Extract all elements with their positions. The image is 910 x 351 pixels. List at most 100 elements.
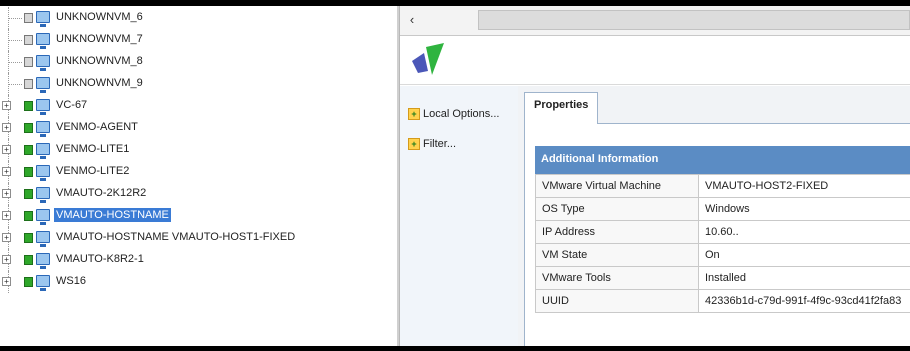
scroll-thumb[interactable] — [478, 10, 910, 30]
tree-item-label[interactable]: VMAUTO-HOSTNAME VMAUTO-HOST1-FIXED — [54, 230, 297, 244]
property-value: VMAUTO-HOST2-FIXED — [698, 174, 910, 198]
property-value: On — [698, 243, 910, 267]
tree-branch-line — [9, 84, 22, 85]
vm-state-icon — [24, 167, 33, 177]
virtual-machine-icon — [36, 231, 50, 247]
virtual-machine-icon — [36, 209, 50, 225]
virtual-machine-icon — [36, 253, 50, 269]
table-row: OS Type Windows — [535, 197, 910, 221]
property-key: VM State — [535, 243, 699, 267]
virtual-machine-icon — [36, 143, 50, 159]
expand-toggle[interactable]: + — [2, 255, 11, 264]
virtual-machine-icon — [36, 121, 50, 137]
tree-item-label[interactable]: VC-67 — [54, 98, 89, 112]
vm-state-icon — [24, 189, 33, 199]
vm-state-icon — [24, 233, 33, 243]
expand-toggle[interactable]: + — [2, 123, 11, 132]
expand-toggle[interactable]: + — [2, 211, 11, 220]
tree-item-label[interactable]: VENMO-LITE2 — [54, 164, 131, 178]
property-value: 42336b1d-c79d-991f-4f9c-93cd41f2fa83 — [698, 289, 910, 313]
tree-item-label[interactable]: WS16 — [54, 274, 88, 288]
action-label: Filter... — [423, 138, 457, 150]
add-action-icon: + — [408, 108, 420, 120]
virtual-machine-icon — [36, 275, 50, 291]
tree-item[interactable]: + VMAUTO-HOSTNAME VMAUTO-HOST1-FIXED — [0, 227, 397, 249]
vm-state-icon — [24, 101, 33, 111]
tree-item[interactable]: UNKNOWNVM_6 — [0, 7, 397, 29]
section-header: Additional Information — [535, 146, 910, 174]
add-action-icon: + — [408, 138, 420, 150]
tab-properties[interactable]: Properties — [524, 92, 598, 125]
virtual-machine-icon — [36, 165, 50, 181]
bottom-border — [0, 346, 910, 351]
property-key: UUID — [535, 289, 699, 313]
property-value: Installed — [698, 266, 910, 290]
vm-state-icon — [24, 255, 33, 265]
tree-item[interactable]: + VENMO-LITE1 — [0, 139, 397, 161]
vm-state-icon — [24, 211, 33, 221]
property-key: IP Address — [535, 220, 699, 244]
virtual-machine-icon — [36, 99, 50, 115]
action-label: Local Options... — [423, 108, 500, 120]
expand-toggle[interactable]: + — [2, 101, 11, 110]
tree-item[interactable]: + VMAUTO-2K12R2 — [0, 183, 397, 205]
expand-toggle[interactable]: + — [2, 189, 11, 198]
tree-item-label[interactable]: VENMO-LITE1 — [54, 142, 131, 156]
virtual-machine-icon — [36, 33, 50, 49]
expand-toggle[interactable]: + — [2, 145, 11, 154]
expand-toggle[interactable]: + — [2, 233, 11, 242]
tree-item[interactable]: + VENMO-LITE2 — [0, 161, 397, 183]
tab-strip: Properties — [524, 86, 910, 125]
tree-branch-line — [9, 40, 22, 41]
details-pane: ‹ + Local Options... + Filter... Propert… — [400, 6, 910, 346]
header-area — [400, 37, 910, 85]
expand-toggle[interactable]: + — [2, 167, 11, 176]
vm-state-icon — [24, 13, 33, 23]
table-row: IP Address 10.60.. — [535, 220, 910, 244]
tree-item-label[interactable]: UNKNOWNVM_6 — [54, 10, 145, 24]
tree-item-label[interactable]: VMAUTO-HOSTNAME — [54, 208, 171, 222]
property-key: VMware Tools — [535, 266, 699, 290]
tree-item-label[interactable]: UNKNOWNVM_9 — [54, 76, 145, 90]
tree-item-label[interactable]: UNKNOWNVM_7 — [54, 32, 145, 46]
tree-item[interactable]: + WS16 — [0, 271, 397, 293]
vm-state-icon — [24, 79, 33, 89]
local-options-link[interactable]: + Local Options... — [408, 104, 499, 124]
vm-state-icon — [24, 123, 33, 133]
tree-item-label[interactable]: VMAUTO-K8R2-1 — [54, 252, 146, 266]
virtual-machine-icon — [36, 187, 50, 203]
vm-tree[interactable]: UNKNOWNVM_6 UNKNOWNVM_7 UNKNOWNVM_8 UNKN… — [0, 6, 397, 346]
expand-toggle[interactable]: + — [2, 277, 11, 286]
scroll-left-arrow-icon[interactable]: ‹ — [404, 12, 420, 28]
tree-item[interactable]: UNKNOWNVM_9 — [0, 73, 397, 95]
tree-item-label[interactable]: UNKNOWNVM_8 — [54, 54, 145, 68]
tree-item[interactable]: + VMAUTO-K8R2-1 — [0, 249, 397, 271]
actions-sidebar: + Local Options... + Filter... — [400, 86, 518, 346]
table-row: VM State On — [535, 243, 910, 267]
virtual-machine-icon — [36, 11, 50, 27]
property-key: OS Type — [535, 197, 699, 221]
filter-link[interactable]: + Filter... — [408, 134, 456, 154]
tree-item[interactable]: UNKNOWNVM_7 — [0, 29, 397, 51]
properties-content: Properties Additional Information VMware… — [518, 86, 910, 346]
vm-state-icon — [24, 35, 33, 45]
tree-branch-line — [9, 18, 22, 19]
virtual-machine-icon — [36, 77, 50, 93]
tree-item-label[interactable]: VENMO-AGENT — [54, 120, 140, 134]
properties-panel: Additional Information VMware Virtual Ma… — [524, 124, 910, 346]
app-logo-icon — [412, 43, 444, 75]
table-row: VMware Tools Installed — [535, 266, 910, 290]
vm-state-icon — [24, 277, 33, 287]
property-value: 10.60.. — [698, 220, 910, 244]
vm-state-icon — [24, 145, 33, 155]
table-row: UUID 42336b1d-c79d-991f-4f9c-93cd41f2fa8… — [535, 289, 910, 313]
properties-table: VMware Virtual Machine VMAUTO-HOST2-FIXE… — [535, 174, 910, 313]
property-value: Windows — [698, 197, 910, 221]
horizontal-scrollbar[interactable]: ‹ — [400, 6, 910, 36]
vm-state-icon — [24, 57, 33, 67]
tree-item[interactable]: + VC-67 — [0, 95, 397, 117]
tree-item[interactable]: + VENMO-AGENT — [0, 117, 397, 139]
tree-item[interactable]: UNKNOWNVM_8 — [0, 51, 397, 73]
tree-item-selected[interactable]: + VMAUTO-HOSTNAME — [0, 205, 397, 227]
tree-item-label[interactable]: VMAUTO-2K12R2 — [54, 186, 148, 200]
